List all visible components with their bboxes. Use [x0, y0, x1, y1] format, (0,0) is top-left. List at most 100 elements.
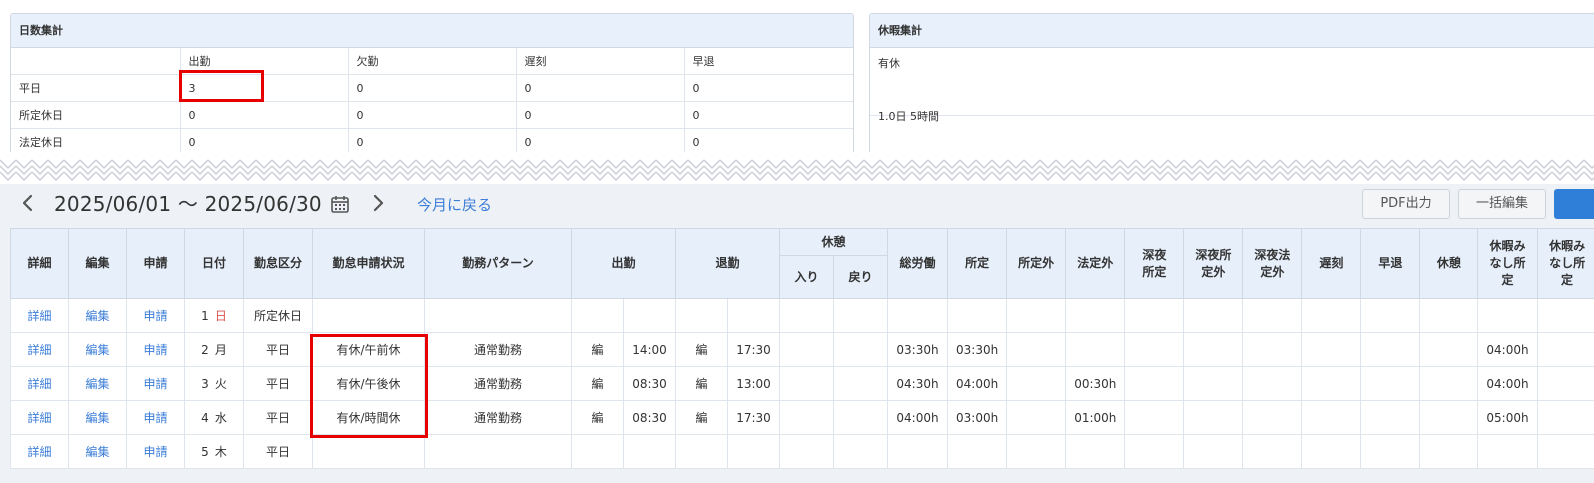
night-non-statutory-cell [1242, 298, 1303, 333]
days-summary-col-header: 遅刻 [516, 48, 685, 75]
day-number: 2 [201, 343, 209, 357]
leave-deemed-hours-2 [1536, 332, 1594, 367]
divider [870, 115, 1594, 116]
days-summary-cell: 0 [684, 101, 853, 129]
col-header-break-in: 入り [779, 255, 834, 299]
days-summary-cell: 0 [348, 101, 517, 129]
col-header-night-non-statutory: 深夜法定外 [1242, 228, 1303, 299]
weekday: 水 [214, 411, 227, 425]
apply-link[interactable]: 申請 [126, 400, 185, 435]
work-pattern: 通常勤務 [424, 332, 572, 367]
break-out-cell [833, 332, 888, 367]
bulk-edit-button[interactable]: 一括編集 [1458, 189, 1546, 219]
back-to-current-month-link[interactable]: 今月に戻る [417, 194, 492, 215]
primary-action-button[interactable] [1554, 189, 1594, 219]
scheduled-hours: 04:00h [946, 366, 1008, 401]
col-header-detail: 詳細 [10, 228, 69, 299]
scheduled-hours [946, 434, 1008, 469]
col-header-date: 日付 [184, 228, 244, 299]
late-cell [1301, 298, 1362, 333]
date-cell: 1 日 [184, 298, 244, 333]
table-row: 詳細 編集 申請 4 水平日 有休/時間休 通常勤務編 08:30 編 17:30 04:00h 0… [10, 400, 1594, 435]
weekday: 木 [214, 445, 227, 459]
chevron-right-icon[interactable] [368, 192, 388, 214]
apply-link[interactable]: 申請 [126, 434, 185, 469]
edit-link[interactable]: 編集 [68, 434, 127, 469]
col-header-clock-out: 退勤 [675, 228, 780, 299]
non-statutory-hours: 00:30h [1065, 366, 1126, 401]
days-summary-cell: 0 [348, 74, 517, 102]
detail-link[interactable]: 詳細 [10, 332, 69, 367]
chevron-left-icon[interactable] [18, 192, 38, 214]
late-cell [1301, 434, 1362, 469]
clock-in-edit[interactable] [571, 298, 624, 333]
clock-in-edit[interactable] [571, 434, 624, 469]
leave-summary-panel: 休暇集計 有休 1.0日 5時間 [869, 13, 1594, 156]
clock-out-time: 17:30 [727, 332, 780, 367]
leave-deemed-hours-2 [1536, 400, 1594, 435]
non-scheduled-hours [1006, 400, 1067, 435]
col-header-late: 遅刻 [1301, 228, 1362, 299]
break-in-cell [779, 298, 834, 333]
early-leave-cell [1360, 366, 1421, 401]
clock-in-edit[interactable]: 編 [571, 332, 624, 367]
non-scheduled-hours [1006, 332, 1067, 367]
days-summary-col-header: 欠勤 [348, 48, 517, 75]
date-cell: 4 水 [184, 400, 244, 435]
days-summary-panel: 日数集計 出勤 欠勤 遅刻 早退 平日 3 0 0 0 所定休日 0 0 0 0… [10, 13, 854, 156]
weekday: 日 [214, 309, 227, 323]
table-row: 詳細 編集 申請 1 日所定休日 [10, 298, 1594, 333]
days-summary-row: 所定休日 0 0 0 0 [11, 101, 853, 129]
non-scheduled-hours [1006, 298, 1067, 333]
clock-in-edit[interactable]: 編 [571, 400, 624, 435]
leave-deemed-hours: 04:00h [1477, 332, 1538, 367]
early-leave-cell [1360, 298, 1421, 333]
header-text: 深夜所定外 [1195, 247, 1232, 279]
break-out-cell [833, 434, 888, 469]
detail-link[interactable]: 詳細 [10, 400, 69, 435]
apply-link[interactable]: 申請 [126, 298, 185, 333]
edit-link[interactable]: 編集 [68, 400, 127, 435]
total-hours: 04:00h [887, 400, 948, 435]
clock-out-edit[interactable]: 編 [675, 332, 728, 367]
total-hours [887, 298, 948, 333]
clock-out-edit[interactable]: 編 [675, 366, 728, 401]
clock-out-edit[interactable] [675, 434, 728, 469]
attendance-category: 平日 [243, 332, 313, 367]
period-range: 2025/06/01 〜 2025/06/30 [54, 192, 322, 216]
clock-out-edit[interactable] [675, 298, 728, 333]
non-statutory-hours [1065, 298, 1126, 333]
days-summary-row-label: 所定休日 [11, 101, 181, 129]
col-header-break-out: 戻り [833, 255, 888, 299]
edit-link[interactable]: 編集 [68, 366, 127, 401]
application-status: 有休/午後休 [312, 366, 425, 401]
clock-out-time: 13:00 [727, 366, 780, 401]
apply-link[interactable]: 申請 [126, 366, 185, 401]
total-hours: 03:30h [887, 332, 948, 367]
work-pattern [424, 434, 572, 469]
pdf-export-button[interactable]: PDF出力 [1362, 189, 1450, 219]
night-non-scheduled-cell [1183, 366, 1244, 401]
edit-link[interactable]: 編集 [68, 298, 127, 333]
detail-link[interactable]: 詳細 [10, 434, 69, 469]
days-summary-col-header [11, 48, 181, 75]
clock-in-edit[interactable]: 編 [571, 366, 624, 401]
leave-deemed-hours-2 [1536, 434, 1594, 469]
total-hours [887, 434, 948, 469]
break-in-cell [779, 434, 834, 469]
col-header-edit: 編集 [68, 228, 127, 299]
apply-link[interactable]: 申請 [126, 332, 185, 367]
detail-link[interactable]: 詳細 [10, 366, 69, 401]
clock-out-edit[interactable]: 編 [675, 400, 728, 435]
night-scheduled-cell [1124, 400, 1185, 435]
edit-link[interactable]: 編集 [68, 332, 127, 367]
detail-link[interactable]: 詳細 [10, 298, 69, 333]
leave-deemed-hours: 04:00h [1477, 366, 1538, 401]
attendance-category: 平日 [243, 434, 313, 469]
col-header-scheduled: 所定 [946, 228, 1008, 299]
col-header-leave-deemed: 休暇みなし所定 [1477, 228, 1538, 299]
days-summary-col-header: 出勤 [180, 48, 349, 75]
col-header-category: 勤怠区分 [243, 228, 313, 299]
calendar-icon[interactable] [330, 194, 350, 214]
attendance-category: 平日 [243, 400, 313, 435]
